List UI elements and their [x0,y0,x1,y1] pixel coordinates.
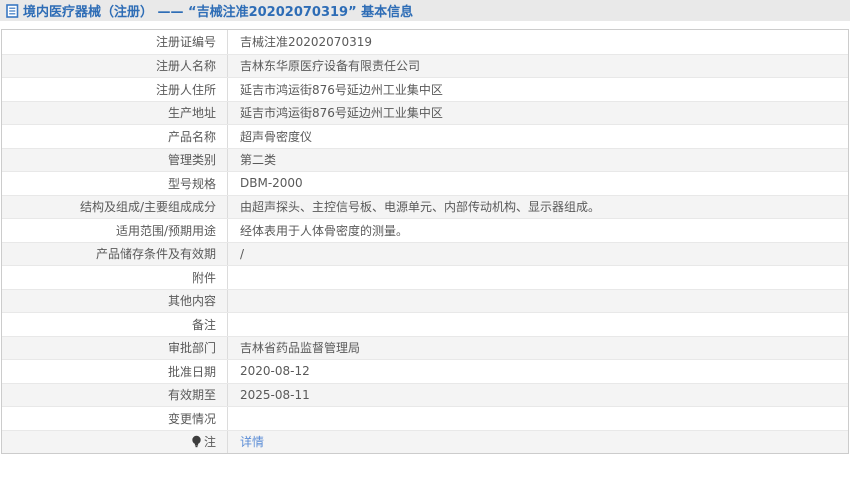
table-row: 产品储存条件及有效期 / [2,241,848,265]
row-label: 有效期至 [2,383,228,406]
page-title: 境内医疗器械（注册） —— “吉械注准20202070319” 基本信息 [23,5,414,20]
note-label: 注 [203,435,216,450]
row-label: 附件 [2,266,228,289]
table-row: 其他内容 [2,288,848,313]
row-label: 结构及组成/主要组成成分 [2,195,228,218]
row-value: DBM-2000 [240,176,303,191]
row-label: 生产地址 [2,101,228,124]
document-icon [6,3,19,18]
table-row: 注册人住所 延吉市鸿运街876号延边州工业集中区 [2,77,848,101]
row-label: 产品名称 [2,125,228,148]
row-label: 变更情况 [2,407,228,430]
table-row: 注册人名称 吉林东华原医疗设备有限责任公司 [2,53,848,77]
table-row-note: 注 详情 [2,429,848,454]
row-value: 第二类 [240,153,277,168]
registration-info-table: 注册证编号 吉械注准20202070319 注册人名称 吉林东华原医疗设备有限责… [1,29,849,454]
row-value [228,266,848,289]
row-label: 注册证编号 [2,30,228,54]
row-label: 适用范围/预期用途 [2,219,228,242]
row-label: 批准日期 [2,360,228,383]
row-value: / [240,246,245,261]
table-row: 结构及组成/主要组成成分 由超声探头、主控信号板、电源单元、内部传动机构、显示器… [2,194,848,218]
row-value: 延吉市鸿运街876号延边州工业集中区 [240,82,443,97]
row-value [228,313,848,336]
table-row: 审批部门 吉林省药品监督管理局 [2,335,848,359]
row-label: 注册人住所 [2,78,228,101]
table-row: 附件 [2,265,848,289]
row-value: 吉林东华原医疗设备有限责任公司 [240,59,421,74]
table-row: 型号规格 DBM-2000 [2,171,848,195]
row-label: 型号规格 [2,172,228,195]
table-row: 变更情况 [2,406,848,430]
row-label: 备注 [2,313,228,336]
row-value [228,290,848,313]
row-value: 经体表用于人体骨密度的测量。 [240,223,409,238]
table-row: 备注 [2,312,848,336]
row-value: 吉林省药品监督管理局 [240,341,361,356]
row-value [228,407,848,430]
row-label: 注 [2,430,228,453]
table-row: 产品名称 超声骨密度仪 [2,124,848,148]
table-row: 适用范围/预期用途 经体表用于人体骨密度的测量。 [2,218,848,242]
row-value: 2020-08-12 [240,364,310,379]
row-label: 其他内容 [2,289,228,312]
row-label: 注册人名称 [2,54,228,77]
detail-link[interactable]: 详情 [240,433,264,450]
row-value: 由超声探头、主控信号板、电源单元、内部传动机构、显示器组成。 [240,200,601,215]
row-label: 审批部门 [2,336,228,359]
bulb-icon [191,435,202,448]
row-value: 超声骨密度仪 [240,129,313,144]
table-row: 注册证编号 吉械注准20202070319 [2,30,848,54]
table-row: 生产地址 延吉市鸿运街876号延边州工业集中区 [2,100,848,124]
row-value: 详情 [228,431,848,454]
row-value: 2025-08-11 [240,387,310,402]
table-row: 管理类别 第二类 [2,147,848,171]
row-label: 产品储存条件及有效期 [2,242,228,265]
table-row: 有效期至 2025-08-11 [2,382,848,406]
header-bar: 境内医疗器械（注册） —— “吉械注准20202070319” 基本信息 [0,0,850,21]
row-value: 吉械注准20202070319 [240,35,372,50]
row-label: 管理类别 [2,148,228,171]
table-row: 批准日期 2020-08-12 [2,359,848,383]
row-value: 延吉市鸿运街876号延边州工业集中区 [240,106,443,121]
